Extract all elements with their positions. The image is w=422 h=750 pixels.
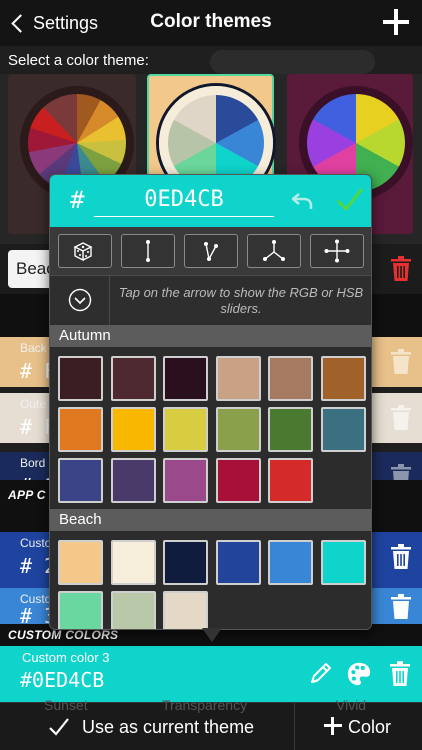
color-swatch[interactable] xyxy=(110,458,156,503)
confirm-check-icon[interactable] xyxy=(335,185,365,215)
selected-color-label: Custom color 3 xyxy=(22,650,110,665)
color-swatch[interactable] xyxy=(163,540,208,585)
chevron-left-icon xyxy=(11,13,30,33)
color-swatch[interactable] xyxy=(110,356,156,401)
show-sliders-button[interactable] xyxy=(50,276,110,326)
section-label-custom-colors: CUSTOM COLORS xyxy=(8,628,119,642)
color-swatch[interactable] xyxy=(163,407,208,452)
undo-icon[interactable] xyxy=(290,189,314,213)
harmony-tetradic-button[interactable] xyxy=(310,234,364,268)
color-swatch[interactable] xyxy=(58,540,103,585)
random-color-button[interactable] xyxy=(58,234,112,268)
delete-theme-icon[interactable] xyxy=(390,256,412,282)
back-button[interactable]: Settings xyxy=(10,10,98,36)
harmony-triadic-button[interactable] xyxy=(247,234,301,268)
row-label: Oute xyxy=(20,397,47,411)
harmony-toolbar xyxy=(50,227,371,275)
color-swatch[interactable] xyxy=(58,407,103,452)
color-swatch[interactable] xyxy=(215,356,261,401)
row-label: Back xyxy=(20,341,47,355)
color-swatch[interactable] xyxy=(58,591,103,629)
complementary-icon xyxy=(146,240,150,262)
analogous-icon xyxy=(204,242,218,261)
hash-symbol: # xyxy=(70,186,85,214)
color-swatch[interactable] xyxy=(320,540,366,585)
select-theme-label: Select a color theme: xyxy=(8,52,149,69)
row-label: Custo xyxy=(20,536,52,550)
section-label-app-colors: APP C xyxy=(8,488,46,502)
color-swatch[interactable] xyxy=(58,458,103,503)
color-swatch[interactable] xyxy=(215,540,261,585)
trash-icon[interactable] xyxy=(390,405,412,431)
back-label: Settings xyxy=(33,12,99,33)
color-swatch[interactable] xyxy=(268,458,313,503)
swatch-group-autumn xyxy=(50,347,371,509)
bottom-toolbar: Sunset Transparency Vivid Use as current… xyxy=(0,697,422,750)
color-swatch[interactable] xyxy=(110,591,156,629)
dice-icon xyxy=(73,242,93,262)
pencil-icon[interactable] xyxy=(308,660,334,688)
color-swatch[interactable] xyxy=(215,407,261,452)
nav-bar: Settings Color themes xyxy=(0,0,422,46)
trash-icon[interactable] xyxy=(390,349,412,375)
color-swatch[interactable] xyxy=(110,540,156,585)
color-swatch[interactable] xyxy=(215,458,261,503)
slider-hint-text: Tap on the arrow to show the RGB or HSB … xyxy=(118,285,364,316)
color-swatch[interactable] xyxy=(320,356,366,401)
tetradic-icon xyxy=(324,239,350,263)
color-swatch[interactable] xyxy=(268,407,313,452)
color-swatch[interactable] xyxy=(58,356,103,401)
selected-color-row[interactable]: Custom color 3 #0ED4CB xyxy=(0,646,422,702)
plus-icon xyxy=(324,717,342,735)
palette-icon[interactable] xyxy=(346,660,372,688)
picker-header: # xyxy=(50,175,371,227)
add-theme-button[interactable] xyxy=(382,8,410,36)
trash-icon[interactable] xyxy=(389,660,411,688)
add-color-button[interactable]: Color xyxy=(296,703,422,750)
color-swatch[interactable] xyxy=(163,458,208,503)
harmony-complementary-button[interactable] xyxy=(121,234,175,268)
color-picker-popup: # 0ED4CB Tap on the arrow to show the RG… xyxy=(49,174,372,630)
checkmark-icon xyxy=(49,718,69,736)
swatch-group-autumn-title: Autumn xyxy=(50,325,371,347)
add-color-label: Color xyxy=(348,717,392,737)
selected-color-hex: #0ED4CB xyxy=(20,668,105,692)
color-swatch[interactable] xyxy=(163,591,208,629)
color-swatch[interactable] xyxy=(110,407,156,452)
color-swatch[interactable] xyxy=(320,407,366,452)
chevron-down-circle-icon xyxy=(68,288,92,312)
row-label: Bord xyxy=(20,456,46,470)
swatch-group-beach-title: Beach xyxy=(50,509,371,531)
trash-icon[interactable] xyxy=(390,594,412,620)
slider-hint-row: Tap on the arrow to show the RGB or HSB … xyxy=(50,275,371,326)
popup-pointer xyxy=(202,628,222,642)
hex-color-input[interactable] xyxy=(94,183,274,217)
triadic-icon xyxy=(263,240,285,261)
use-theme-label: Use as current theme xyxy=(82,717,255,737)
theme-name-pill xyxy=(210,50,375,74)
use-as-current-theme-button[interactable]: Use as current theme xyxy=(0,703,295,750)
color-swatch[interactable] xyxy=(268,540,313,585)
trash-icon[interactable] xyxy=(390,544,412,570)
harmony-analogous-button[interactable] xyxy=(184,234,238,268)
swatch-group-beach xyxy=(50,531,371,629)
color-swatch[interactable] xyxy=(163,356,208,401)
color-swatch[interactable] xyxy=(268,356,313,401)
